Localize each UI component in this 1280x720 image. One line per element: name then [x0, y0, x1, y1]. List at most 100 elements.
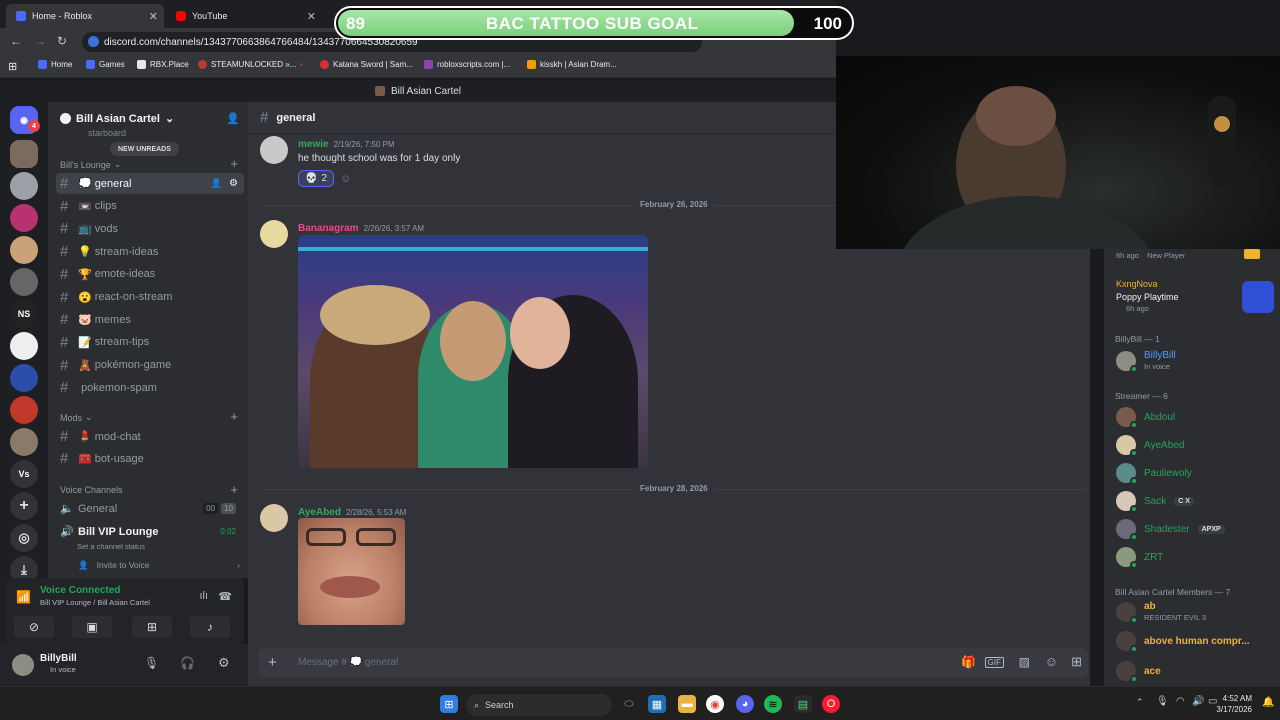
add-member-icon[interactable]: 👤	[226, 112, 240, 125]
microphone-icon[interactable]: 🎙	[1156, 696, 1169, 707]
member-billybill[interactable]: BillyBill In voice	[1116, 350, 1176, 373]
message-image[interactable]	[298, 235, 648, 468]
noise-suppression-icon[interactable]: ılı	[199, 590, 208, 602]
bookmark-steamunlocked[interactable]: STEAMUNLOCKED »...	[198, 60, 296, 69]
bookmark-kisskh[interactable]: kisskh | Asian Dram...	[527, 60, 617, 69]
close-icon[interactable]: ✕	[307, 10, 316, 23]
server-icon[interactable]	[10, 332, 38, 360]
member-kxngnova[interactable]: KxngNova Poppy Playtime 6h ago	[1110, 275, 1274, 319]
server-icon[interactable]	[10, 204, 38, 232]
avatar[interactable]	[260, 504, 288, 532]
spotify-icon[interactable]: ≋	[764, 695, 782, 713]
message-input-placeholder[interactable]: Message # 💭 general	[298, 657, 398, 668]
mouse-icon[interactable]: ⬭	[620, 695, 638, 713]
channel-mod-chat[interactable]: # 💄 mod-chat	[56, 426, 244, 447]
server-bill-asian-cartel[interactable]	[10, 140, 38, 168]
voice-channel-vip-lounge[interactable]: 🔊 Bill VIP Lounge 0:02	[56, 521, 244, 542]
disconnect-icon[interactable]: ☎	[218, 590, 232, 603]
member-1[interactable]: above human compr...	[1116, 631, 1250, 653]
gear-icon[interactable]: ⚙	[229, 178, 238, 189]
discord-icon[interactable]: ◕	[736, 695, 754, 713]
channel-bot-usage[interactable]: # 🧰 bot-usage	[56, 448, 244, 469]
channel-memes[interactable]: # 🐷 memes	[56, 309, 244, 330]
gif-icon[interactable]: GIF	[984, 657, 1004, 668]
signal-icon[interactable]: 📶	[16, 590, 31, 604]
server-vs[interactable]: Vs	[10, 460, 38, 488]
channel-react-on-stream[interactable]: # 😮 react-on-stream	[56, 287, 244, 308]
server-icon[interactable]	[10, 236, 38, 264]
server-icon[interactable]	[10, 428, 38, 456]
emoji-icon[interactable]: ☺	[1045, 654, 1058, 669]
reload-icon[interactable]: ↻	[57, 34, 67, 48]
forward-icon[interactable]: →	[34, 34, 46, 48]
file-explorer-icon[interactable]: ▬	[678, 695, 696, 713]
new-unreads-pill[interactable]: NEW UNREADS	[110, 142, 179, 156]
channel-pokemon-spam[interactable]: # pokemon-spam	[56, 377, 244, 398]
headphones-icon[interactable]: 🎧	[180, 656, 195, 670]
clock-time[interactable]: 4:52 AM	[1220, 694, 1252, 703]
member-activity-top[interactable]: 6h ago New Player	[1116, 251, 1185, 260]
add-channel-icon[interactable]: +	[230, 482, 238, 497]
bookmark-katana[interactable]: Katana Sword | Sam...	[320, 60, 413, 69]
add-attachment-icon[interactable]: +	[268, 654, 277, 671]
chrome-icon[interactable]: ◉	[706, 695, 724, 713]
server-icon[interactable]	[10, 396, 38, 424]
server-icon[interactable]	[10, 172, 38, 200]
bookmark-games[interactable]: Games	[86, 60, 125, 69]
add-reaction-icon[interactable]: ☺	[340, 173, 351, 185]
server-icon[interactable]	[10, 268, 38, 296]
message-author[interactable]: mewie	[298, 139, 329, 150]
chevron-up-icon[interactable]: ⌃	[1136, 697, 1144, 708]
member-shadester[interactable]: Shadester APXP	[1116, 519, 1225, 541]
member-ayeabed[interactable]: AyeAbed	[1116, 435, 1184, 457]
gift-icon[interactable]: 🎁	[961, 655, 976, 669]
channel-clips[interactable]: # 📼 clips	[56, 196, 244, 217]
tab-youtube[interactable]: YouTube ✕	[166, 4, 322, 28]
reaction-skull[interactable]: 💀 2	[298, 170, 335, 187]
volume-icon[interactable]: 🔊	[1192, 696, 1204, 707]
taskbar-search[interactable]: ⌕ Search	[466, 694, 612, 716]
channel-general[interactable]: # 💭 general 👤 ⚙	[56, 173, 244, 194]
bookmark-unnamed[interactable]: •	[300, 60, 303, 69]
member-sack[interactable]: Sack C X	[1116, 491, 1194, 513]
back-icon[interactable]: ←	[10, 34, 22, 48]
message-image[interactable]	[298, 518, 405, 625]
channel-status-text[interactable]: Set a channel status	[77, 542, 145, 551]
avatar[interactable]	[12, 654, 34, 676]
category-lounge[interactable]: Bill's Lounge ⌄	[60, 159, 121, 170]
gear-icon[interactable]: ⚙	[218, 655, 230, 671]
avatar[interactable]	[260, 220, 288, 248]
message-author[interactable]: AyeAbed	[298, 507, 341, 518]
member-2[interactable]: ace	[1116, 661, 1161, 683]
add-user-icon[interactable]: 👤	[211, 178, 222, 189]
android-icon[interactable]: ▤	[794, 695, 812, 713]
site-info-icon[interactable]	[88, 36, 99, 47]
add-channel-icon[interactable]: +	[230, 409, 238, 424]
bookmark-home[interactable]: Home	[38, 60, 72, 69]
member-abdoul[interactable]: Abdoul	[1116, 407, 1175, 429]
channel-vods[interactable]: # 📺 vods	[56, 218, 244, 239]
close-icon[interactable]: ✕	[149, 10, 158, 23]
server-icon[interactable]	[10, 364, 38, 392]
category-voice[interactable]: Voice Channels	[60, 485, 123, 495]
sticker-icon[interactable]: ▨	[1019, 655, 1030, 669]
windows-start-icon[interactable]: ⊞	[440, 695, 458, 713]
opera-icon[interactable]: O	[822, 695, 840, 713]
member-0[interactable]: ab RESIDENT EVIL 3	[1116, 601, 1206, 624]
soundboard-button[interactable]: ♪	[190, 616, 230, 638]
apps-icon[interactable]: ⊞	[1071, 654, 1082, 670]
tab-roblox[interactable]: Home - Roblox ✕	[6, 4, 164, 28]
bookmark-rbxplace[interactable]: RBX.Place	[137, 60, 189, 69]
avatar[interactable]	[260, 136, 288, 164]
discover-icon[interactable]: ◎	[10, 524, 38, 552]
bookmark-robloxscripts[interactable]: robloxscripts.com |...	[424, 60, 510, 69]
activities-button[interactable]: ⊞	[132, 616, 172, 638]
channel-emote-ideas[interactable]: # 🏆 emote-ideas	[56, 264, 244, 285]
channel-stream-ideas[interactable]: # 💡 stream-ideas	[56, 241, 244, 262]
message-composer[interactable]: + Message # 💭 general 🎁 GIF ▨ ☺ ⊞	[258, 648, 1088, 678]
server-name-header[interactable]: Bill Asian Cartel ⌄	[60, 112, 174, 125]
member-pauliewoly[interactable]: Pauliewoly	[1116, 463, 1192, 485]
server-ns[interactable]: NS	[10, 300, 38, 328]
camera-off-button[interactable]: ⊘	[14, 616, 54, 638]
add-server-icon[interactable]: +	[10, 492, 38, 520]
